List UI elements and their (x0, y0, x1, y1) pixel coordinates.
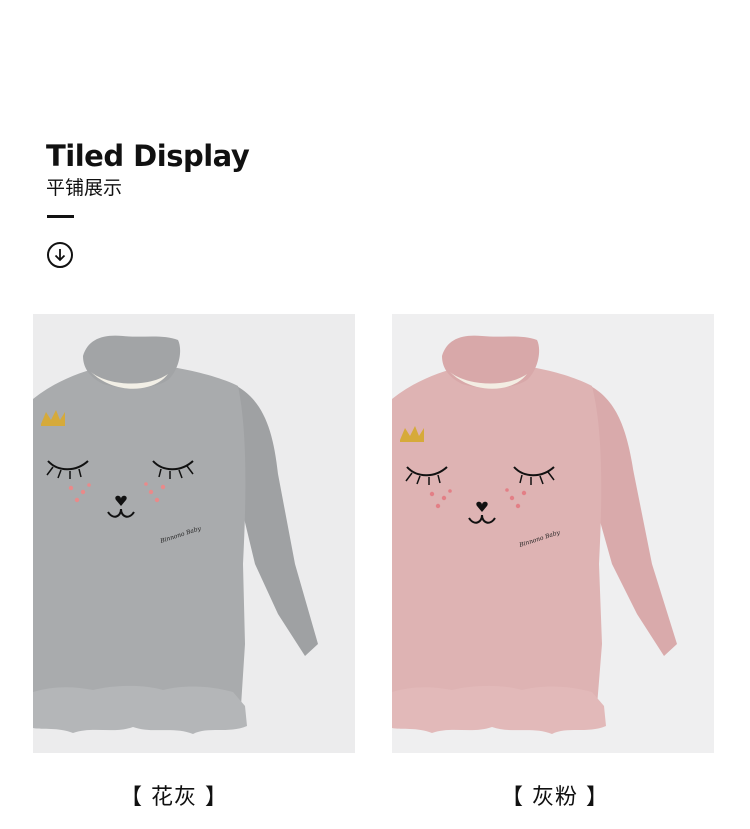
shirt-ruffle (392, 685, 606, 734)
product-caption-pink: 【 灰粉 】 (501, 785, 609, 810)
shirt-body (392, 366, 602, 706)
scroll-down-button[interactable] (47, 242, 73, 268)
arrow-down-circle-icon (54, 249, 66, 262)
section-title: Tiled Display (46, 139, 250, 173)
shirt-sleeve (233, 384, 318, 656)
product-photo-pink[interactable]: Binnono Baby (392, 314, 714, 753)
shirt-collar (442, 335, 540, 389)
section-heading: Tiled Display 平铺展示 (46, 138, 250, 200)
product-caption-gray: 【 花灰 】 (120, 785, 228, 810)
section-subtitle: 平铺展示 (46, 177, 123, 199)
shirt-ruffle (33, 685, 247, 734)
shirt-collar (83, 335, 181, 389)
product-photo-gray[interactable]: Binnono Baby (33, 314, 355, 753)
title-underline (47, 215, 74, 218)
